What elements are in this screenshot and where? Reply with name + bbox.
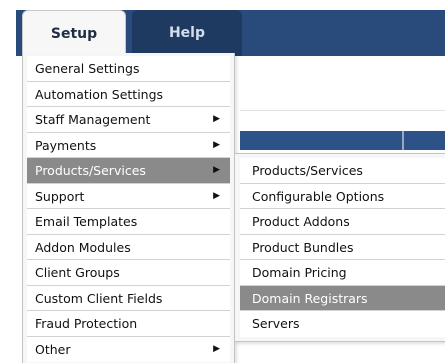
background-divider [240, 110, 445, 111]
menu-item-support[interactable]: Support ▶ [27, 183, 230, 209]
menu-item-staff-management[interactable]: Staff Management ▶ [27, 107, 230, 133]
menu-item-label: Fraud Protection [35, 316, 138, 331]
menu-item-client-groups[interactable]: Client Groups [27, 260, 230, 286]
tab-help[interactable]: Help [132, 10, 242, 56]
submenu-arrow-icon: ▶ [213, 114, 220, 124]
submenu-item-product-bundles[interactable]: Product Bundles [240, 234, 445, 260]
menu-item-other[interactable]: Other ▶ [27, 336, 230, 362]
table-header-divider [402, 131, 404, 150]
submenu-arrow-icon: ▶ [213, 343, 220, 354]
background-table-header [240, 131, 445, 150]
submenu-item-configurable-options[interactable]: Configurable Options [240, 183, 445, 209]
menu-item-products-services[interactable]: Products/Services ▶ [27, 158, 230, 184]
submenu-item-products-services[interactable]: Products/Services [240, 158, 445, 184]
submenu-item-domain-pricing[interactable]: Domain Pricing [240, 260, 445, 286]
submenu-item-product-addons[interactable]: Product Addons [240, 209, 445, 235]
setup-dropdown-menu: General Settings Automation Settings Sta… [22, 53, 235, 363]
tab-setup[interactable]: Setup [22, 10, 126, 56]
menu-item-label: Email Templates [35, 214, 138, 229]
menu-item-payments[interactable]: Payments ▶ [27, 132, 230, 158]
submenu-arrow-icon: ▶ [213, 139, 220, 150]
submenu-item-servers[interactable]: Servers [240, 311, 445, 337]
menu-item-label: Staff Management [35, 112, 151, 127]
menu-item-custom-client-fields[interactable]: Custom Client Fields [27, 285, 230, 311]
admin-page: Setup Help General Settings Automation S… [0, 0, 445, 363]
menu-item-label: Client Groups [35, 265, 120, 280]
submenu-arrow-icon: ▶ [213, 165, 220, 175]
menu-item-label: Products/Services [35, 163, 146, 178]
menu-item-label: Custom Client Fields [35, 290, 163, 306]
submenu-arrow-icon: ▶ [213, 190, 220, 201]
menu-item-label: Other [35, 341, 71, 357]
submenu-item-domain-registrars[interactable]: Domain Registrars [240, 285, 445, 311]
products-services-submenu: Products/Services Configurable Options P… [234, 153, 445, 342]
menu-item-label: General Settings [35, 61, 140, 76]
menu-item-label: Addon Modules [35, 239, 131, 255]
menu-item-label: Payments [35, 137, 97, 153]
menu-item-label: Automation Settings [35, 86, 164, 102]
menu-item-email-templates[interactable]: Email Templates [27, 209, 230, 235]
menu-item-addon-modules[interactable]: Addon Modules [27, 234, 230, 260]
menu-item-fraud-protection[interactable]: Fraud Protection [27, 311, 230, 337]
menu-item-general-settings[interactable]: General Settings [27, 56, 230, 82]
menu-item-label: Support [35, 188, 85, 204]
menu-item-automation-settings[interactable]: Automation Settings [27, 81, 230, 107]
